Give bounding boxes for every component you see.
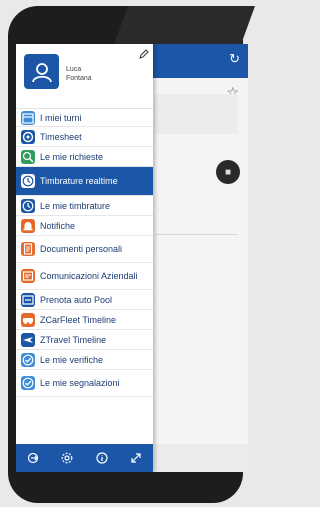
background-card	[154, 94, 238, 134]
car-booking-icon	[21, 292, 35, 307]
menu-item[interactable]: Le mie segnalazioni	[16, 370, 153, 397]
expand-icon[interactable]	[130, 452, 142, 464]
user-icon	[31, 62, 52, 82]
menu-item-label: Documenti personali	[40, 244, 123, 254]
settings-icon[interactable]	[61, 452, 73, 464]
menu-item-label: Le mie richieste	[40, 151, 104, 162]
divider	[154, 234, 238, 235]
profile-header: Luca Fontana	[16, 44, 153, 109]
avatar[interactable]	[24, 54, 59, 89]
fab-button[interactable]: ■	[216, 160, 240, 184]
menu-item[interactable]: Comunicazioni Aziendali	[16, 263, 153, 290]
menu-item[interactable]: Timbrature realtime	[16, 167, 153, 196]
menu-item-label: ZTravel Timeline	[40, 334, 107, 345]
requests-icon	[21, 149, 35, 164]
menu-item-label: Le mie segnalazioni	[40, 378, 120, 388]
clock-icon	[21, 198, 35, 213]
user-name: Luca Fontana	[66, 65, 136, 83]
drawer-menu: I miei turni Timesheet Le mie richieste Tim…	[16, 109, 153, 397]
calendar-icon	[21, 110, 35, 125]
navigation-drawer: Luca Fontana I miei turni Timesheet Le mie…	[16, 44, 153, 472]
menu-item[interactable]: Documenti personali	[16, 236, 153, 263]
menu-item[interactable]: Prenota auto Pool	[16, 290, 153, 310]
announcement-icon	[21, 269, 35, 283]
logout-icon[interactable]	[27, 452, 39, 464]
menu-item-label: ZCarFleet Timeline	[40, 314, 117, 325]
menu-item-label: I miei turni	[40, 112, 82, 123]
user-last-name: Fontana	[66, 75, 92, 82]
info-icon[interactable]	[96, 452, 108, 464]
menu-item[interactable]: Le mie verifiche	[16, 350, 153, 370]
timesheet-icon	[21, 129, 35, 144]
menu-item-label: Timbrature realtime	[40, 176, 118, 186]
menu-item[interactable]: Le mie timbrature	[16, 196, 153, 216]
clock-icon	[21, 174, 35, 188]
check-icon	[21, 352, 35, 367]
car-icon	[21, 312, 35, 327]
menu-item-label: Prenota auto Pool	[40, 294, 113, 305]
report-icon	[21, 376, 35, 390]
edit-icon[interactable]	[139, 49, 149, 59]
bell-icon	[21, 218, 35, 233]
user-first-name: Luca	[66, 66, 82, 73]
refresh-icon[interactable]: ↻	[229, 51, 240, 67]
menu-item-label: Le mie verifiche	[40, 354, 104, 365]
menu-item[interactable]: ZTravel Timeline	[16, 330, 153, 350]
menu-item[interactable]: I miei turni	[16, 109, 153, 127]
background-bottom-bar	[154, 444, 248, 472]
document-icon	[21, 242, 35, 256]
plane-icon	[21, 332, 35, 347]
app-screen: ↻ ☆ ■ Luca Fontana I miei turni Timesheet…	[16, 44, 248, 472]
menu-item-label: Comunicazioni Aziendali	[40, 271, 138, 281]
menu-item-label: Timesheet	[40, 131, 82, 142]
menu-item-label: Le mie timbrature	[40, 200, 111, 211]
menu-item[interactable]: ZCarFleet Timeline	[16, 310, 153, 330]
drawer-bottom-bar	[16, 444, 153, 472]
menu-item[interactable]: Timesheet	[16, 127, 153, 147]
menu-item-label: Notifiche	[40, 220, 76, 231]
menu-item[interactable]: Notifiche	[16, 216, 153, 236]
menu-item[interactable]: Le mie richieste	[16, 147, 153, 167]
